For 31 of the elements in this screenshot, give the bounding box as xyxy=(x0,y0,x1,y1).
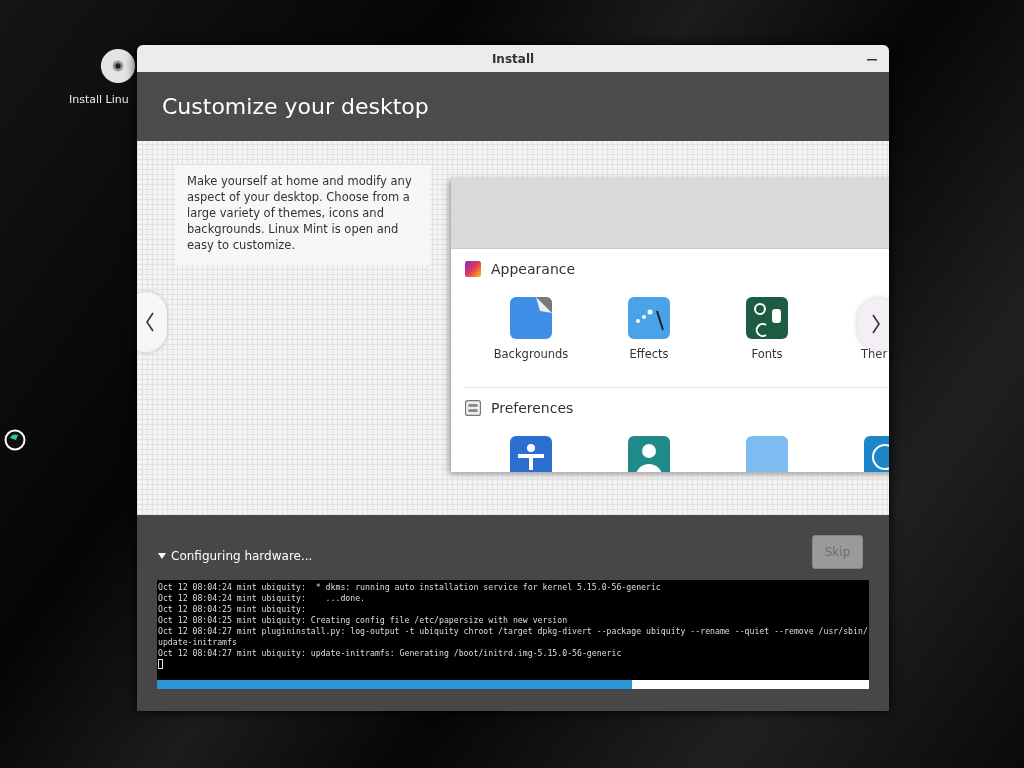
settings-item-label[interactable]: Backgrounds xyxy=(493,347,569,361)
log-line: Oct 12 08:04:24 mint ubiquity: ...done. xyxy=(158,593,367,604)
status-label[interactable]: Configuring hardware... xyxy=(171,549,313,563)
font-letters-icon[interactable] xyxy=(746,297,788,339)
round-status-icon[interactable] xyxy=(4,429,26,451)
next-button[interactable] xyxy=(857,298,889,350)
chevron-right-icon xyxy=(871,314,881,334)
person-icon[interactable] xyxy=(510,436,552,472)
user-icon[interactable] xyxy=(628,436,670,472)
log-line: Oct 12 08:04:27 mint ubiquity: update-initramfs: Generating /boot/initrd.img-5.15.0-56-generic xyxy=(158,648,623,659)
magic-wand-icon[interactable] xyxy=(628,297,670,339)
section-title: Preferences xyxy=(491,400,574,416)
settings-item-label[interactable]: Ther xyxy=(861,347,888,361)
log-line: Oct 12 08:04:25 mint ubiquity: xyxy=(158,604,307,615)
settings-item-label[interactable]: Effects xyxy=(629,347,669,361)
window-title: Install xyxy=(491,51,535,66)
desktop-icon-label[interactable]: Install Linu xyxy=(69,93,129,106)
page-title: Customize your desktop xyxy=(162,94,429,119)
settings-item-label[interactable]: Fonts xyxy=(751,347,783,361)
page-icon[interactable] xyxy=(510,297,552,339)
expander-icon[interactable] xyxy=(157,551,167,561)
slide-description: Make yourself at home and modify any aspect of your desktop. Choose from a large variety of themes, icons and backgrounds. Linux Mint is open and easy to customize. xyxy=(175,165,430,265)
cursor-block xyxy=(158,659,163,669)
log-line: Oct 12 08:04:25 mint ubiquity: Creating config file /etc/papersize with new version xyxy=(158,615,569,626)
log-line: Oct 12 08:04:24 mint ubiquity: * dkms: running auto installation service for kernel 5.15.0-56-generic xyxy=(158,582,662,593)
log-line: Oct 12 08:04:27 mint plugininstall.py: log-output -t ubiquity chroot /target dpkg-divert --package ubiquity --rename --quiet --remove /usr/sbin/update-initramfs xyxy=(158,626,868,648)
palette-icon xyxy=(465,261,481,277)
sliders-icon xyxy=(465,400,481,416)
chevron-left-icon xyxy=(145,312,155,332)
minimize-icon[interactable] xyxy=(867,59,877,61)
section-title: Appearance xyxy=(491,261,576,277)
